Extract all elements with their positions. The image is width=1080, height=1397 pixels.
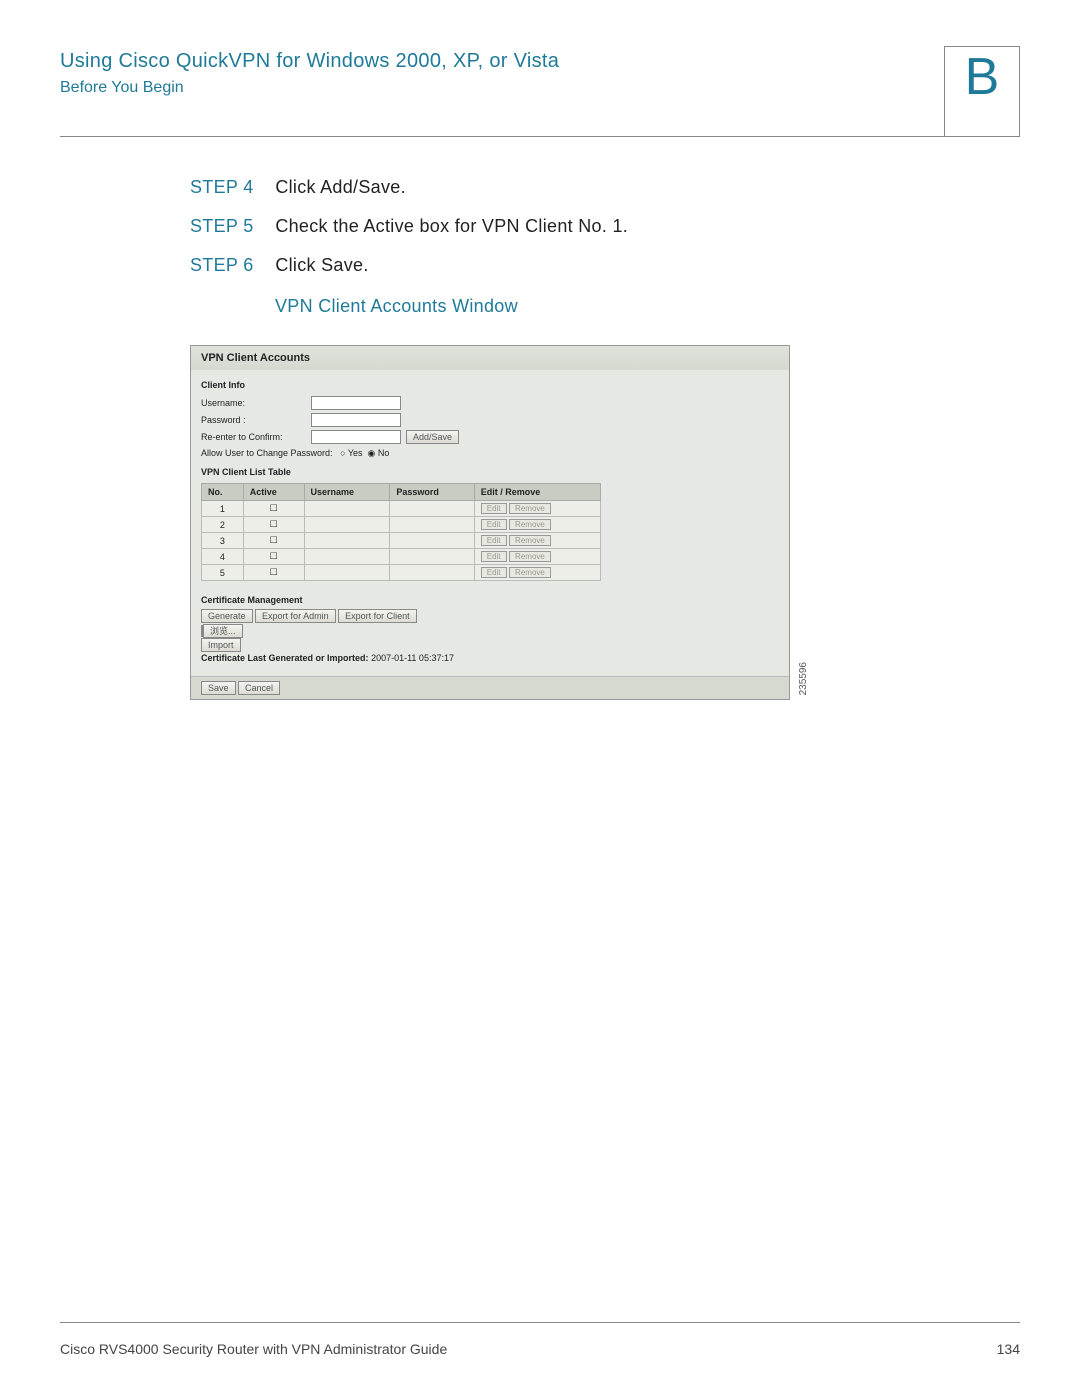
step-text-4: Click Add/Save.	[275, 177, 406, 197]
cell-active[interactable]: ☐	[243, 549, 304, 565]
cell-username	[304, 501, 390, 517]
cell-no: 3	[202, 533, 244, 549]
cell-no: 1	[202, 501, 244, 517]
cell-active[interactable]: ☐	[243, 533, 304, 549]
remove-button[interactable]: Remove	[509, 535, 551, 546]
cell-active[interactable]: ☐	[243, 565, 304, 581]
radio-yes[interactable]: Yes	[348, 448, 363, 458]
cancel-button[interactable]: Cancel	[238, 681, 280, 695]
edit-button[interactable]: Edit	[481, 535, 507, 546]
cell-username	[304, 549, 390, 565]
step-text-6: Click Save.	[275, 255, 368, 275]
col-no: No.	[202, 484, 244, 501]
browse-button[interactable]: 浏览...	[203, 624, 243, 638]
table-row: 5☐ Edit Remove	[202, 565, 601, 581]
cell-actions: Edit Remove	[474, 533, 600, 549]
cell-actions: Edit Remove	[474, 549, 600, 565]
cell-password	[390, 549, 474, 565]
password-label: Password :	[201, 415, 311, 425]
figure-caption: VPN Client Accounts Window	[275, 296, 1020, 317]
edit-button[interactable]: Edit	[481, 503, 507, 514]
cell-password	[390, 533, 474, 549]
cell-active[interactable]: ☐	[243, 517, 304, 533]
remove-button[interactable]: Remove	[509, 519, 551, 530]
cert-last-label: Certificate Last Generated or Imported:	[201, 653, 369, 663]
reenter-input[interactable]	[311, 430, 401, 444]
remove-button[interactable]: Remove	[509, 567, 551, 578]
window-title: VPN Client Accounts	[191, 346, 789, 370]
cell-no: 5	[202, 565, 244, 581]
cell-username	[304, 565, 390, 581]
table-row: 1☐ Edit Remove	[202, 501, 601, 517]
cell-username	[304, 517, 390, 533]
table-row: 4☐ Edit Remove	[202, 549, 601, 565]
step-text-5: Check the Active box for VPN Client No. …	[275, 216, 628, 236]
export-admin-button[interactable]: Export for Admin	[255, 609, 336, 623]
cell-password	[390, 565, 474, 581]
appendix-box: B	[944, 46, 1020, 136]
col-editremove: Edit / Remove	[474, 484, 600, 501]
cell-username	[304, 533, 390, 549]
edit-button[interactable]: Edit	[481, 567, 507, 578]
page-title: Using Cisco QuickVPN for Windows 2000, X…	[60, 50, 944, 73]
cell-no: 2	[202, 517, 244, 533]
cell-no: 4	[202, 549, 244, 565]
cert-last-value: 2007-01-11 05:37:17	[371, 653, 454, 663]
table-row: 3☐ Edit Remove	[202, 533, 601, 549]
cert-mgmt-label: Certificate Management	[201, 595, 779, 605]
step-label-6: STEP 6	[190, 255, 270, 276]
footer-text: Cisco RVS4000 Security Router with VPN A…	[60, 1341, 447, 1357]
page-number: 134	[997, 1341, 1020, 1357]
reenter-label: Re-enter to Confirm:	[201, 432, 311, 442]
password-input[interactable]	[311, 413, 401, 427]
col-active: Active	[243, 484, 304, 501]
radio-no[interactable]: No	[378, 448, 390, 458]
username-label: Username:	[201, 398, 311, 408]
export-client-button[interactable]: Export for Client	[338, 609, 417, 623]
step-label-4: STEP 4	[190, 177, 270, 198]
cell-actions: Edit Remove	[474, 501, 600, 517]
edit-button[interactable]: Edit	[481, 519, 507, 530]
cell-password	[390, 501, 474, 517]
table-row: 2☐ Edit Remove	[202, 517, 601, 533]
import-button[interactable]: Import	[201, 638, 241, 652]
client-list-table: No. Active Username Password Edit / Remo…	[201, 483, 601, 581]
edit-button[interactable]: Edit	[481, 551, 507, 562]
step-label-5: STEP 5	[190, 216, 270, 237]
allow-change-label: Allow User to Change Password:	[201, 448, 333, 458]
col-password: Password	[390, 484, 474, 501]
generate-button[interactable]: Generate	[201, 609, 253, 623]
cell-password	[390, 517, 474, 533]
vpn-accounts-window: VPN Client Accounts Client Info Username…	[190, 345, 790, 700]
cell-actions: Edit Remove	[474, 565, 600, 581]
remove-button[interactable]: Remove	[509, 551, 551, 562]
figure-id: 235596	[798, 662, 809, 695]
client-info-label: Client Info	[201, 380, 779, 390]
col-username: Username	[304, 484, 390, 501]
username-input[interactable]	[311, 396, 401, 410]
add-save-button[interactable]: Add/Save	[406, 430, 459, 444]
cell-active[interactable]: ☐	[243, 501, 304, 517]
page-subtitle: Before You Begin	[60, 79, 944, 97]
appendix-letter: B	[945, 47, 1019, 107]
cell-actions: Edit Remove	[474, 517, 600, 533]
client-list-label: VPN Client List Table	[201, 467, 779, 477]
save-button[interactable]: Save	[201, 681, 236, 695]
remove-button[interactable]: Remove	[509, 503, 551, 514]
